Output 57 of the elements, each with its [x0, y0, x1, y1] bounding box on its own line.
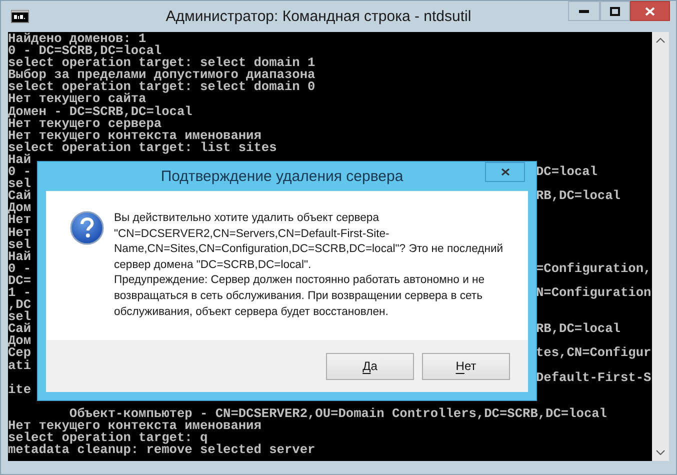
question-icon	[70, 211, 104, 245]
minimize-button[interactable]	[568, 1, 600, 21]
console-text: Нет текущего контекста именования	[8, 130, 262, 142]
console-text: Найдено доменов: 1	[8, 33, 146, 46]
console-text: select operation target: select domain 1	[8, 57, 316, 70]
dialog-close-button[interactable]	[485, 162, 525, 182]
close-button[interactable]	[630, 1, 670, 21]
console-text: Домен - DC=SCRB,DC=local	[8, 106, 192, 118]
console-text: Нет	[8, 214, 32, 226]
console-text: sel	[8, 311, 32, 324]
console-text: Нет	[8, 226, 32, 239]
console-text: Default-First-S	[536, 372, 652, 384]
console-text: N=Configuration	[536, 286, 652, 300]
window-title: Администратор: Командная строка - ntdsutil	[164, 8, 472, 25]
console-text: Дом	[8, 202, 32, 214]
console-text: ati	[8, 360, 32, 372]
console-text: RB,DC=local	[536, 323, 620, 336]
console-text: Нет текущего сервера	[8, 118, 162, 130]
no-button[interactable]: Нет	[422, 352, 510, 380]
maximize-icon	[610, 6, 620, 16]
console-text: metadata cleanup: remove selected server	[8, 444, 316, 456]
console-text: =Configuration,	[536, 262, 652, 275]
console-text: Сай	[8, 323, 32, 336]
console-text: 0 -	[8, 262, 32, 275]
console-text: DC=	[8, 274, 32, 287]
console-text: select operation target: list sites	[8, 142, 277, 154]
minimize-icon	[579, 10, 589, 12]
console-text: 0 - DC=SCRB,DC=local	[8, 45, 162, 58]
close-icon	[645, 6, 655, 16]
console-app-icon	[11, 10, 29, 23]
yes-button[interactable]: Да	[326, 352, 414, 380]
console-text: 1 -	[8, 286, 32, 300]
console-text: Дом	[8, 335, 32, 348]
maximize-button[interactable]	[600, 1, 630, 21]
console-text: Объект-компьютер - CN=DCSERVER2,OU=Domain Controllers,DC=SCRB,DC=local	[68, 408, 607, 420]
console-text: 0 -	[8, 166, 32, 178]
console-text: Выбор за пределами допустимого диапазона	[8, 69, 316, 82]
scrollbar[interactable]	[652, 32, 669, 461]
console-text: ,DC	[8, 299, 32, 312]
console-text: Най	[8, 250, 32, 263]
message-text: Вы действительно хотите удалить объект сервера "CN=DCSERVER2,CN=Servers,CN=Default-First-Site-Name,CN=Sites,CN=Configuration,DC=SCRB,DC=local"? Это не последний сервер домена "DC=SCRB,DC=local".	[114, 211, 504, 273]
console-text: select operation target: q	[8, 432, 208, 444]
warning-text: Предупреждение: Сервер должен постоянно работать автономно и не возвращаться в сеть обслуживания. При возвращении сервера в сеть обслуживания, объект сервера будет восстановлен.	[114, 273, 486, 320]
console-text: Нет текущего сайта	[8, 93, 146, 106]
console-text: select operation target: select domain 0	[8, 81, 316, 94]
console-text: sel	[8, 178, 32, 190]
console-text: Най	[8, 154, 32, 166]
console-text: DC=local	[536, 166, 598, 178]
dialog-title: Подтверждение удаления сервера	[160, 168, 404, 185]
close-icon	[500, 168, 510, 176]
console-text: ite	[8, 384, 32, 396]
console-text: tes,CN=Configur	[536, 347, 652, 360]
console-text: Нет текущего контекста именования	[8, 420, 262, 432]
console-text: RB,DC=local	[536, 190, 620, 202]
console-text: Сер	[8, 347, 32, 360]
console-text: Сай	[8, 190, 32, 202]
console-text: sel	[8, 238, 32, 251]
